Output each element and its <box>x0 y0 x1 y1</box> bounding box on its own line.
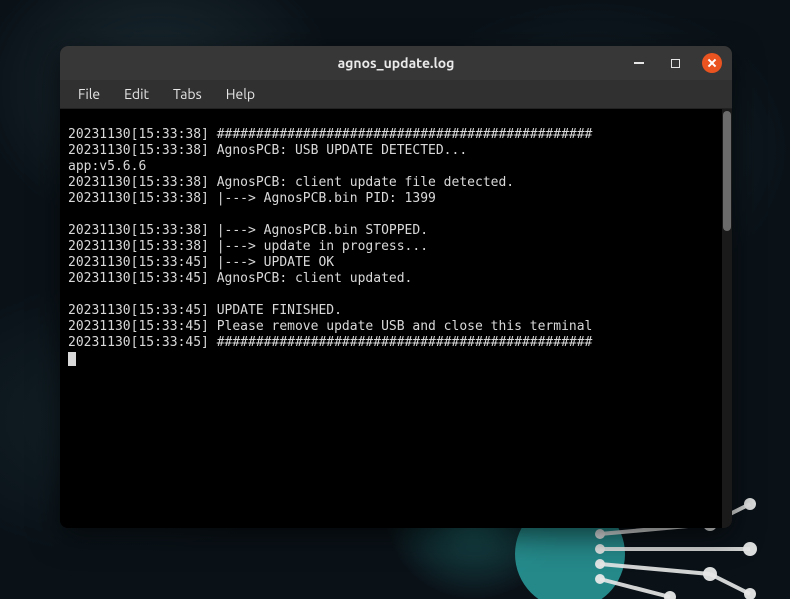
menubar: File Edit Tabs Help <box>60 80 732 109</box>
terminal-window: agnos_update.log File Edit Tabs Help 202… <box>60 46 732 528</box>
minimize-button[interactable] <box>630 54 648 72</box>
window-title: agnos_update.log <box>338 55 455 71</box>
menu-edit[interactable]: Edit <box>114 83 159 105</box>
log-line: app:v5.6.6 <box>68 159 714 175</box>
log-line <box>68 207 714 223</box>
log-line: 20231130[15:33:45] UPDATE FINISHED. <box>68 303 714 319</box>
scrollbar-thumb[interactable] <box>723 111 731 231</box>
log-line: 20231130[15:33:45] |---> UPDATE OK <box>68 255 714 271</box>
log-line: 20231130[15:33:45] Please remove update … <box>68 319 714 335</box>
log-line: 20231130[15:33:38] |---> update in progr… <box>68 239 714 255</box>
cursor <box>68 352 76 366</box>
log-line: 20231130[15:33:45] #####################… <box>68 335 714 351</box>
close-button[interactable] <box>702 53 722 73</box>
terminal-output[interactable]: 20231130[15:33:38] #####################… <box>60 109 722 528</box>
menu-tabs[interactable]: Tabs <box>163 83 212 105</box>
scrollbar[interactable] <box>722 109 732 528</box>
titlebar[interactable]: agnos_update.log <box>60 46 732 80</box>
log-line: 20231130[15:33:38] |---> AgnosPCB.bin ST… <box>68 223 714 239</box>
log-line <box>68 287 714 303</box>
menu-help[interactable]: Help <box>216 83 265 105</box>
log-line: 20231130[15:33:45] AgnosPCB: client upda… <box>68 271 714 287</box>
log-line: 20231130[15:33:38] #####################… <box>68 127 714 143</box>
desktop: agnos_update.log File Edit Tabs Help 202… <box>0 0 790 599</box>
menu-file[interactable]: File <box>68 83 110 105</box>
log-line: 20231130[15:33:38] |---> AgnosPCB.bin PI… <box>68 191 714 207</box>
log-line: 20231130[15:33:38] AgnosPCB: client upda… <box>68 175 714 191</box>
maximize-button[interactable] <box>666 54 684 72</box>
terminal-viewport: 20231130[15:33:38] #####################… <box>60 109 732 528</box>
cursor-line <box>68 351 714 367</box>
window-controls <box>630 46 722 80</box>
log-line: 20231130[15:33:38] AgnosPCB: USB UPDATE … <box>68 143 714 159</box>
